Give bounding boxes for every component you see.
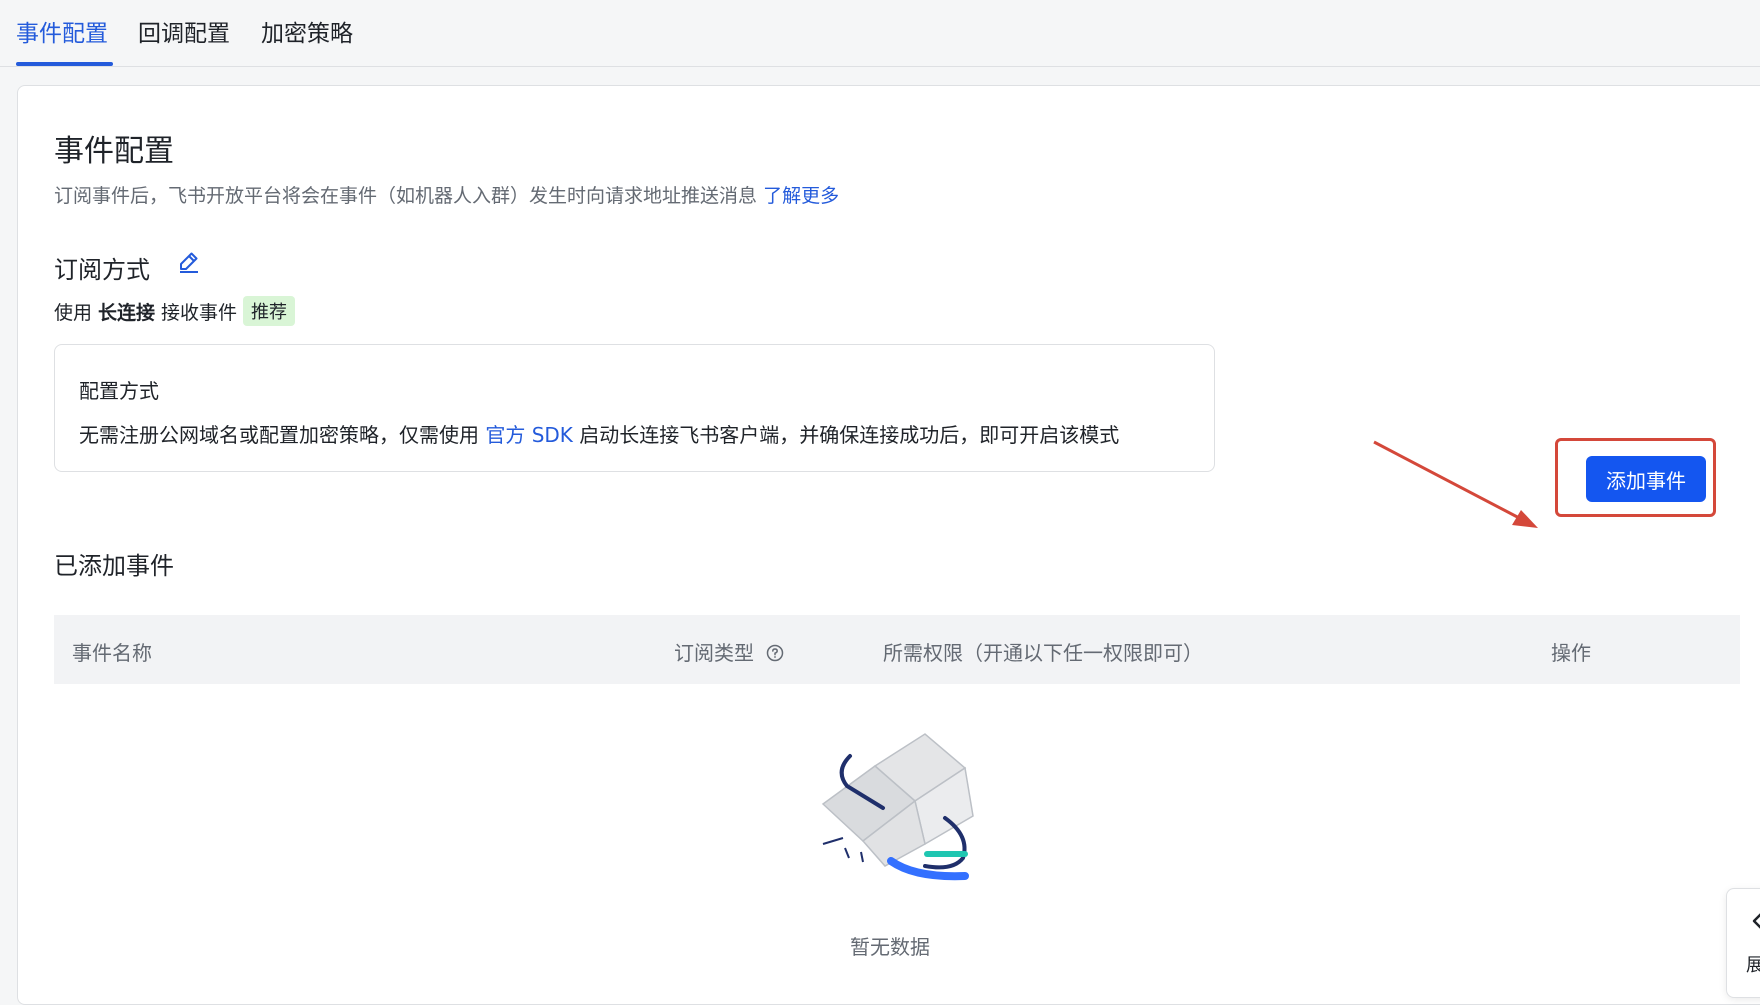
tab-callback-config[interactable]: 回调配置 <box>138 14 230 48</box>
subscription-title: 订阅方式 <box>54 256 150 284</box>
recommended-badge: 推荐 <box>243 296 296 326</box>
page-description: 订阅事件后，飞书开放平台将会在事件（如机器人入群）发生时向请求地址推送消息 了解… <box>54 181 839 208</box>
tab-event-config[interactable]: 事件配置 <box>16 14 108 48</box>
config-method-title: 配置方式 <box>79 379 159 403</box>
column-event-name: 事件名称 <box>72 641 152 665</box>
events-table-header: 事件名称 订阅类型 所需权限（开通以下任一权限即可） 操作 <box>54 615 1740 684</box>
config-text-before: 无需注册公网域名或配置加密策略，仅需使用 <box>79 423 479 447</box>
config-text-after: 启动长连接飞书客户端，并确保连接成功后，即可开启该模式 <box>579 423 1120 447</box>
column-subscription-type-label: 订阅类型 <box>674 641 754 665</box>
page-title: 事件配置 <box>54 134 174 169</box>
empty-box-illustration <box>821 733 974 881</box>
use-suffix: 接收事件 <box>161 301 238 324</box>
column-required-permissions: 所需权限（开通以下任一权限即可） <box>883 641 1203 665</box>
use-prefix: 使用 <box>54 301 93 324</box>
add-event-button[interactable]: 添加事件 <box>1586 456 1706 502</box>
tab-encryption-strategy[interactable]: 加密策略 <box>261 14 353 48</box>
description-text: 订阅事件后，飞书开放平台将会在事件（如机器人入群）发生时向请求地址推送消息 <box>54 185 758 207</box>
column-actions: 操作 <box>1551 641 1591 665</box>
question-circle-icon[interactable] <box>766 644 784 662</box>
pencil-icon[interactable] <box>177 249 201 273</box>
learn-more-link[interactable]: 了解更多 <box>763 185 839 207</box>
tab-bar: 事件配置 回调配置 加密策略 <box>0 0 1760 67</box>
official-sdk-link[interactable]: 官方 SDK <box>485 423 573 447</box>
empty-state-text: 暂无数据 <box>850 935 930 959</box>
column-subscription-type: 订阅类型 <box>674 637 784 666</box>
side-widget-label: 展 <box>1746 955 1760 976</box>
config-method-box: 配置方式 无需注册公网域名或配置加密策略，仅需使用 官方 SDK 启动长连接飞书… <box>54 344 1215 472</box>
main-card: 事件配置 订阅事件后，飞书开放平台将会在事件（如机器人入群）发生时向请求地址推送… <box>17 85 1760 1005</box>
chevron-left-icon <box>1752 913 1760 929</box>
active-tab-indicator <box>16 62 113 66</box>
subscription-mode: 长连接 <box>98 301 156 324</box>
config-method-text: 无需注册公网域名或配置加密策略，仅需使用 官方 SDK 启动长连接飞书客户端，并… <box>79 419 1119 448</box>
subscription-mode-line: 使用 长连接 接收事件 推荐 <box>54 296 296 326</box>
added-events-title: 已添加事件 <box>54 552 174 580</box>
